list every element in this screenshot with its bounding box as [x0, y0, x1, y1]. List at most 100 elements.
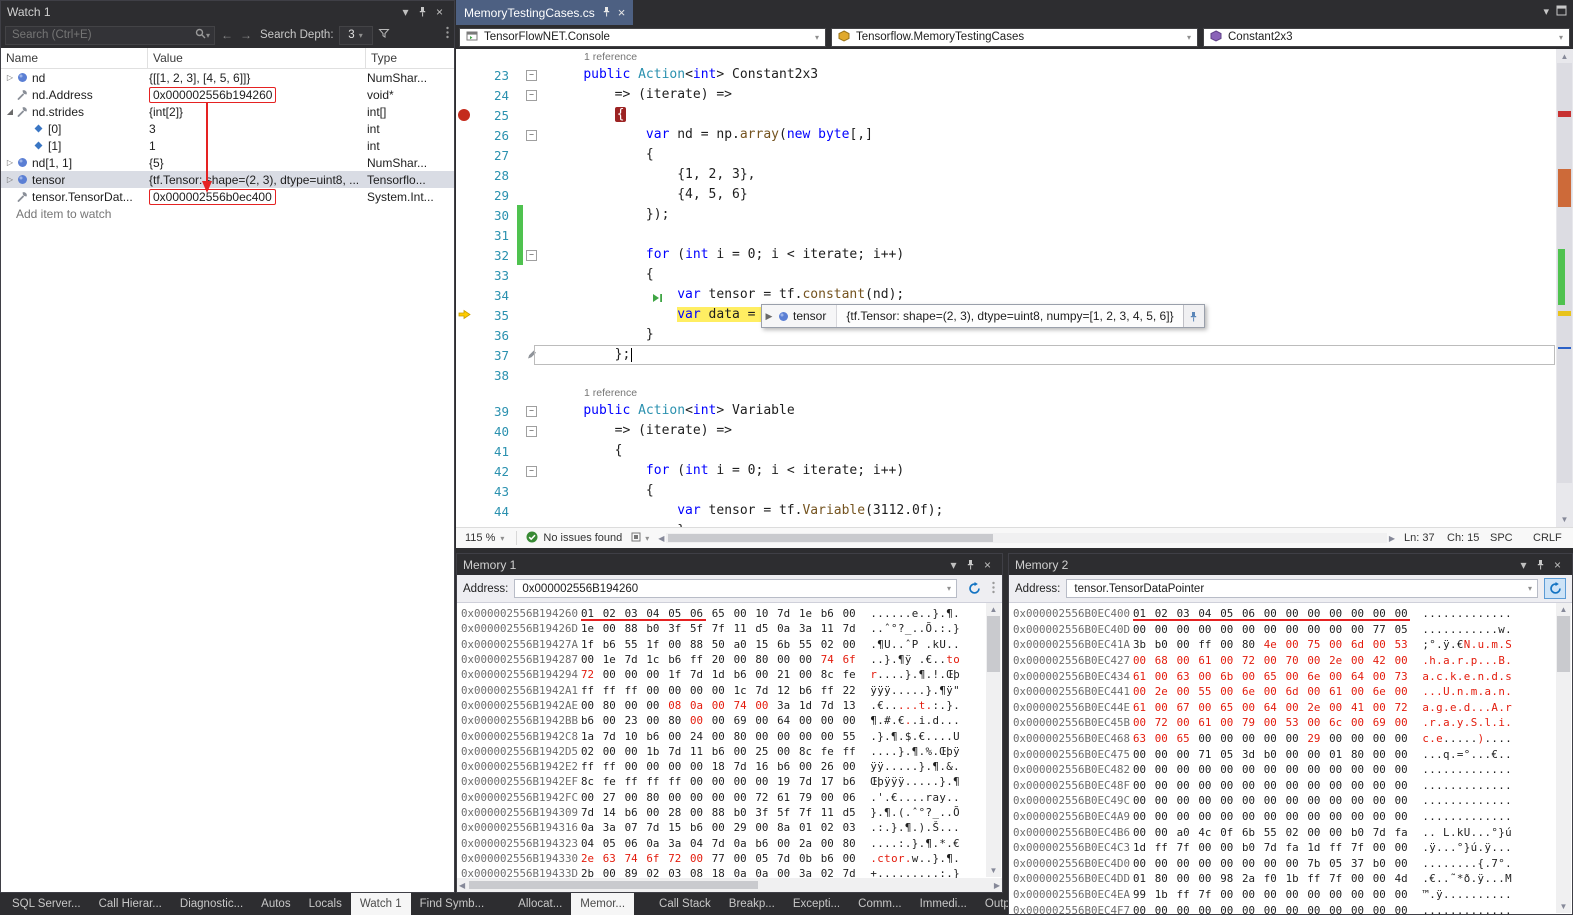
memory-row[interactable]: 0x000002556B1943097d14b600280088b03f5f7f… — [461, 805, 986, 820]
breakpoint-gutter[interactable] — [456, 125, 473, 145]
breakpoint-gutter[interactable] — [456, 245, 473, 265]
code-line[interactable]: 29 {4, 5, 6} — [456, 185, 1573, 205]
memory-row[interactable]: 0x000002556B19427A1fb6551f008850a0156b55… — [461, 637, 986, 652]
watch-row[interactable]: ▷tensor{tf.Tensor: shape=(2, 3), dtype=u… — [1, 171, 454, 188]
memory-row[interactable]: 0x000002556B0EC45B0072006100790053006c00… — [1013, 715, 1556, 731]
memory-row[interactable]: 0x000002556B19426D1e0088b03f5f7f11d50a3a… — [461, 621, 986, 636]
horizontal-scrollbar[interactable]: ◀ ▶ — [658, 532, 1395, 544]
memory-row[interactable]: 0x000002556B1943230405060a3a047d0ab6002a… — [461, 835, 986, 850]
scroll-right-icon[interactable]: ▶ — [1389, 534, 1395, 543]
memory-row[interactable]: 0x000002556B1942600102030405066500107d1e… — [461, 606, 986, 621]
column-header-value[interactable]: Value — [148, 48, 366, 68]
chevron-down-icon[interactable]: ▾ — [1528, 584, 1532, 593]
breakpoint-gutter[interactable] — [456, 105, 473, 125]
close-icon[interactable]: × — [1549, 554, 1566, 575]
breakpoint-gutter[interactable] — [456, 325, 473, 345]
expander-icon[interactable]: ▷ — [4, 175, 16, 184]
breakpoint-gutter[interactable] — [456, 521, 473, 527]
watch-titlebar[interactable]: Watch 1 ▾ × — [1, 1, 454, 22]
column-indicator[interactable]: Ch: 15 — [1447, 532, 1481, 544]
address-input[interactable] — [1072, 582, 1524, 596]
compare-files-control[interactable]: ▾ — [631, 532, 649, 545]
expander-icon[interactable]: ◢ — [4, 107, 16, 116]
member-dropdown[interactable]: Constant2x3 ▾ — [1203, 28, 1570, 47]
watch-row[interactable]: [1]1int — [1, 137, 454, 154]
scrollbar-thumb[interactable] — [668, 534, 992, 542]
breakpoint-gutter[interactable] — [456, 421, 473, 441]
breakpoint-gutter[interactable] — [456, 225, 473, 245]
scroll-down-icon[interactable]: ▼ — [986, 866, 1001, 875]
breakpoint-icon[interactable] — [458, 109, 470, 121]
tool-window-tab[interactable]: Excepti... — [784, 893, 849, 915]
scroll-right-icon[interactable]: ▶ — [994, 881, 1000, 890]
memory-row[interactable]: 0x000002556B0EC48F0000000000000000000000… — [1013, 778, 1556, 794]
search-prev-icon[interactable]: ← — [220, 28, 234, 42]
tool-window-tab[interactable]: Diagnostic... — [171, 893, 252, 915]
tool-window-tab[interactable]: Immedi... — [911, 893, 976, 915]
filter-icon[interactable] — [378, 26, 390, 44]
code-line[interactable]: 41 { — [456, 441, 1573, 461]
search-next-icon[interactable]: → — [239, 28, 253, 42]
search-input[interactable] — [10, 28, 195, 42]
code-line[interactable]: 31 — [456, 225, 1573, 245]
breakpoint-gutter[interactable] — [456, 365, 473, 385]
project-dropdown[interactable]: TensorFlowNET.Console ▾ — [459, 28, 826, 47]
chevron-down-icon[interactable]: ▾ — [945, 554, 962, 575]
column-header-name[interactable]: Name — [1, 48, 148, 68]
memory1-content[interactable]: 0x000002556B1942600102030405066500107d1e… — [457, 603, 1002, 878]
collapse-icon[interactable]: − — [526, 90, 537, 101]
memory-row[interactable]: 0x000002556B0EC47500000071053db000000180… — [1013, 746, 1556, 762]
close-icon[interactable]: × — [979, 554, 996, 575]
watch-row[interactable]: [0]3int — [1, 120, 454, 137]
collapse-icon[interactable]: − — [526, 466, 537, 477]
scrollbar-thumb[interactable] — [987, 616, 1000, 672]
refresh-button[interactable] — [963, 578, 985, 599]
tool-window-tab[interactable]: Allocat... — [509, 893, 571, 915]
breakpoint-gutter[interactable] — [456, 65, 473, 85]
expander-icon[interactable]: ▷ — [4, 73, 16, 82]
breakpoint-gutter[interactable] — [456, 205, 473, 225]
column-header-type[interactable]: Type — [366, 48, 454, 68]
search-depth-select[interactable]: 3 ▾ — [339, 26, 373, 45]
scroll-up-icon[interactable]: ▲ — [1556, 52, 1573, 61]
chevron-down-icon[interactable]: ▾ — [397, 1, 414, 22]
memory-row[interactable]: 0x000002556B1942EF8cfeffffff00000000197d… — [461, 774, 986, 789]
memory-row[interactable]: 0x000002556B194287001e7d1cb6ff2000800000… — [461, 652, 986, 667]
memory-row[interactable]: 0x000002556B0EC4270068006100720070002e00… — [1013, 653, 1556, 669]
code-line[interactable]: 37 }; — [456, 345, 1573, 365]
code-line[interactable]: 36 } — [456, 325, 1573, 345]
window-list-icon[interactable] — [1556, 5, 1567, 19]
editor-scrollbar[interactable]: ▲ ▼ — [1556, 49, 1573, 527]
memory-row[interactable]: 0x000002556B1943160a3a077d15b60029008a01… — [461, 820, 986, 835]
scrollbar-thumb[interactable] — [1557, 616, 1570, 672]
overflow-icon[interactable] — [991, 581, 996, 597]
memory-row[interactable]: 0x000002556B0EC4D000000000000000007b0537… — [1013, 856, 1556, 872]
search-box[interactable]: ▾ — [5, 26, 215, 45]
address-combo[interactable]: ▾ — [514, 579, 957, 598]
breakpoint-gutter[interactable] — [456, 85, 473, 105]
memory-row[interactable]: 0x000002556B0EC4000102030405060000000000… — [1013, 606, 1556, 622]
memory-row[interactable]: 0x000002556B0EC4DD01800000982af01bff7f00… — [1013, 871, 1556, 887]
breakpoint-gutter[interactable] — [456, 481, 473, 501]
code-line[interactable]: 45 } — [456, 521, 1573, 527]
vertical-scrollbar[interactable]: ▲ ▼ — [986, 603, 1001, 877]
code-line[interactable]: 33 { — [456, 265, 1573, 285]
close-icon[interactable]: × — [431, 1, 448, 22]
code-line[interactable]: 34 var tensor = tf.constant(nd); — [456, 285, 1573, 305]
tool-window-tab[interactable]: Locals — [300, 893, 351, 915]
code-line[interactable]: 44 var tensor = tf.Variable(3112.0f); — [456, 501, 1573, 521]
memory-row[interactable]: 0x000002556B0EC40D0000000000000000000000… — [1013, 622, 1556, 638]
code-line[interactable]: 32− for (int i = 0; i < iterate; i++) — [456, 245, 1573, 265]
tool-window-tab[interactable]: Breakp... — [720, 893, 784, 915]
chevron-down-icon[interactable]: ▾ — [206, 31, 210, 40]
memory-row[interactable]: 0x000002556B0EC441002e0055006e006d006100… — [1013, 684, 1556, 700]
expander-icon[interactable]: ▷ — [4, 158, 16, 167]
memory-row[interactable]: 0x000002556B0EC4B60000a04c0f6b55020000b0… — [1013, 824, 1556, 840]
datatip-name[interactable]: tensor — [790, 309, 836, 323]
document-tab[interactable]: MemoryTestingCases.cs × — [456, 0, 633, 25]
tool-window-tab[interactable]: Call Hierar... — [90, 893, 171, 915]
breakpoint-gutter[interactable] — [456, 461, 473, 481]
breakpoint-gutter[interactable] — [456, 285, 473, 305]
breakpoint-gutter[interactable] — [456, 185, 473, 205]
watch-row[interactable]: Add item to watch — [1, 205, 454, 222]
